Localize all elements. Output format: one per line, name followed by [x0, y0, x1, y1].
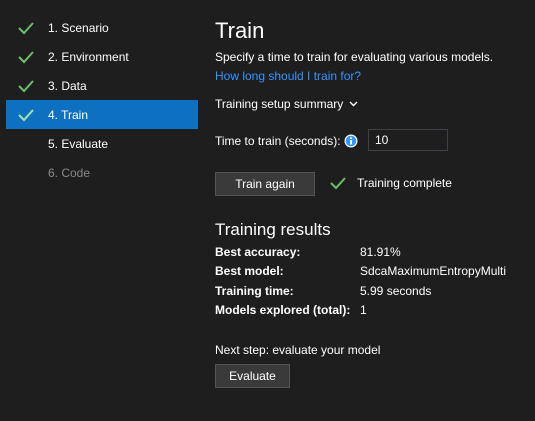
result-key: Models explored (total):	[215, 303, 351, 317]
train-again-button[interactable]: Train again	[215, 172, 315, 196]
page-title: Train	[215, 18, 265, 43]
results-heading: Training results	[215, 220, 331, 239]
sidebar-item-label: 2. Environment	[48, 49, 129, 64]
help-link[interactable]: How long should I train for?	[215, 69, 361, 83]
sidebar-item-label: 6. Code	[48, 165, 91, 180]
sidebar-item-code: 6. Code	[6, 158, 198, 187]
result-key: Training time:	[215, 284, 294, 298]
wizard-sidebar: 1. Scenario 2. Environment 3. Data 4. Tr…	[0, 0, 205, 421]
sidebar-item-label: 5. Evaluate	[48, 136, 109, 151]
sidebar-item-label: 1. Scenario	[48, 20, 109, 35]
training-status: Training complete	[330, 176, 452, 190]
check-icon	[330, 177, 346, 190]
model-builder-window: 1. Scenario 2. Environment 3. Data 4. Tr…	[0, 0, 535, 421]
result-row-best-accuracy: Best accuracy: 81.91%	[215, 245, 535, 261]
sidebar-item-environment[interactable]: 2. Environment	[6, 42, 198, 71]
result-value: 1	[360, 303, 367, 317]
time-to-train-label-row: Time to train (seconds):	[215, 134, 358, 148]
summary-toggle-label: Training setup summary	[215, 97, 344, 111]
training-setup-summary-toggle[interactable]: Training setup summary	[215, 97, 358, 111]
result-row-models-explored: Models explored (total): 1	[215, 303, 535, 319]
next-step-text: Next step: evaluate your model	[215, 343, 381, 357]
sidebar-item-data[interactable]: 3. Data	[6, 71, 198, 100]
evaluate-button[interactable]: Evaluate	[215, 364, 290, 388]
check-icon	[18, 79, 34, 92]
result-row-best-model: Best model: SdcaMaximumEntropyMulti	[215, 264, 535, 280]
sidebar-item-label: 3. Data	[48, 78, 87, 93]
check-icon	[18, 108, 34, 121]
time-to-train-input[interactable]	[368, 129, 448, 151]
status-text: Training complete	[357, 176, 452, 190]
result-key: Best accuracy:	[215, 245, 301, 259]
info-icon[interactable]	[344, 134, 358, 148]
result-value: 5.99 seconds	[360, 284, 432, 298]
chevron-down-icon	[349, 101, 358, 107]
check-icon	[18, 21, 34, 34]
result-value: SdcaMaximumEntropyMulti	[360, 264, 507, 278]
check-icon	[18, 50, 34, 63]
sidebar-item-train[interactable]: 4. Train	[6, 100, 198, 129]
time-to-train-label: Time to train (seconds):	[215, 134, 341, 148]
sidebar-item-label: 4. Train	[48, 107, 89, 122]
result-value: 81.91%	[360, 245, 401, 259]
result-row-training-time: Training time: 5.99 seconds	[215, 284, 535, 300]
sidebar-item-scenario[interactable]: 1. Scenario	[6, 13, 198, 42]
page-subtitle: Specify a time to train for evaluating v…	[215, 50, 494, 64]
result-key: Best model:	[215, 264, 284, 278]
sidebar-item-evaluate[interactable]: 5. Evaluate	[6, 129, 198, 158]
